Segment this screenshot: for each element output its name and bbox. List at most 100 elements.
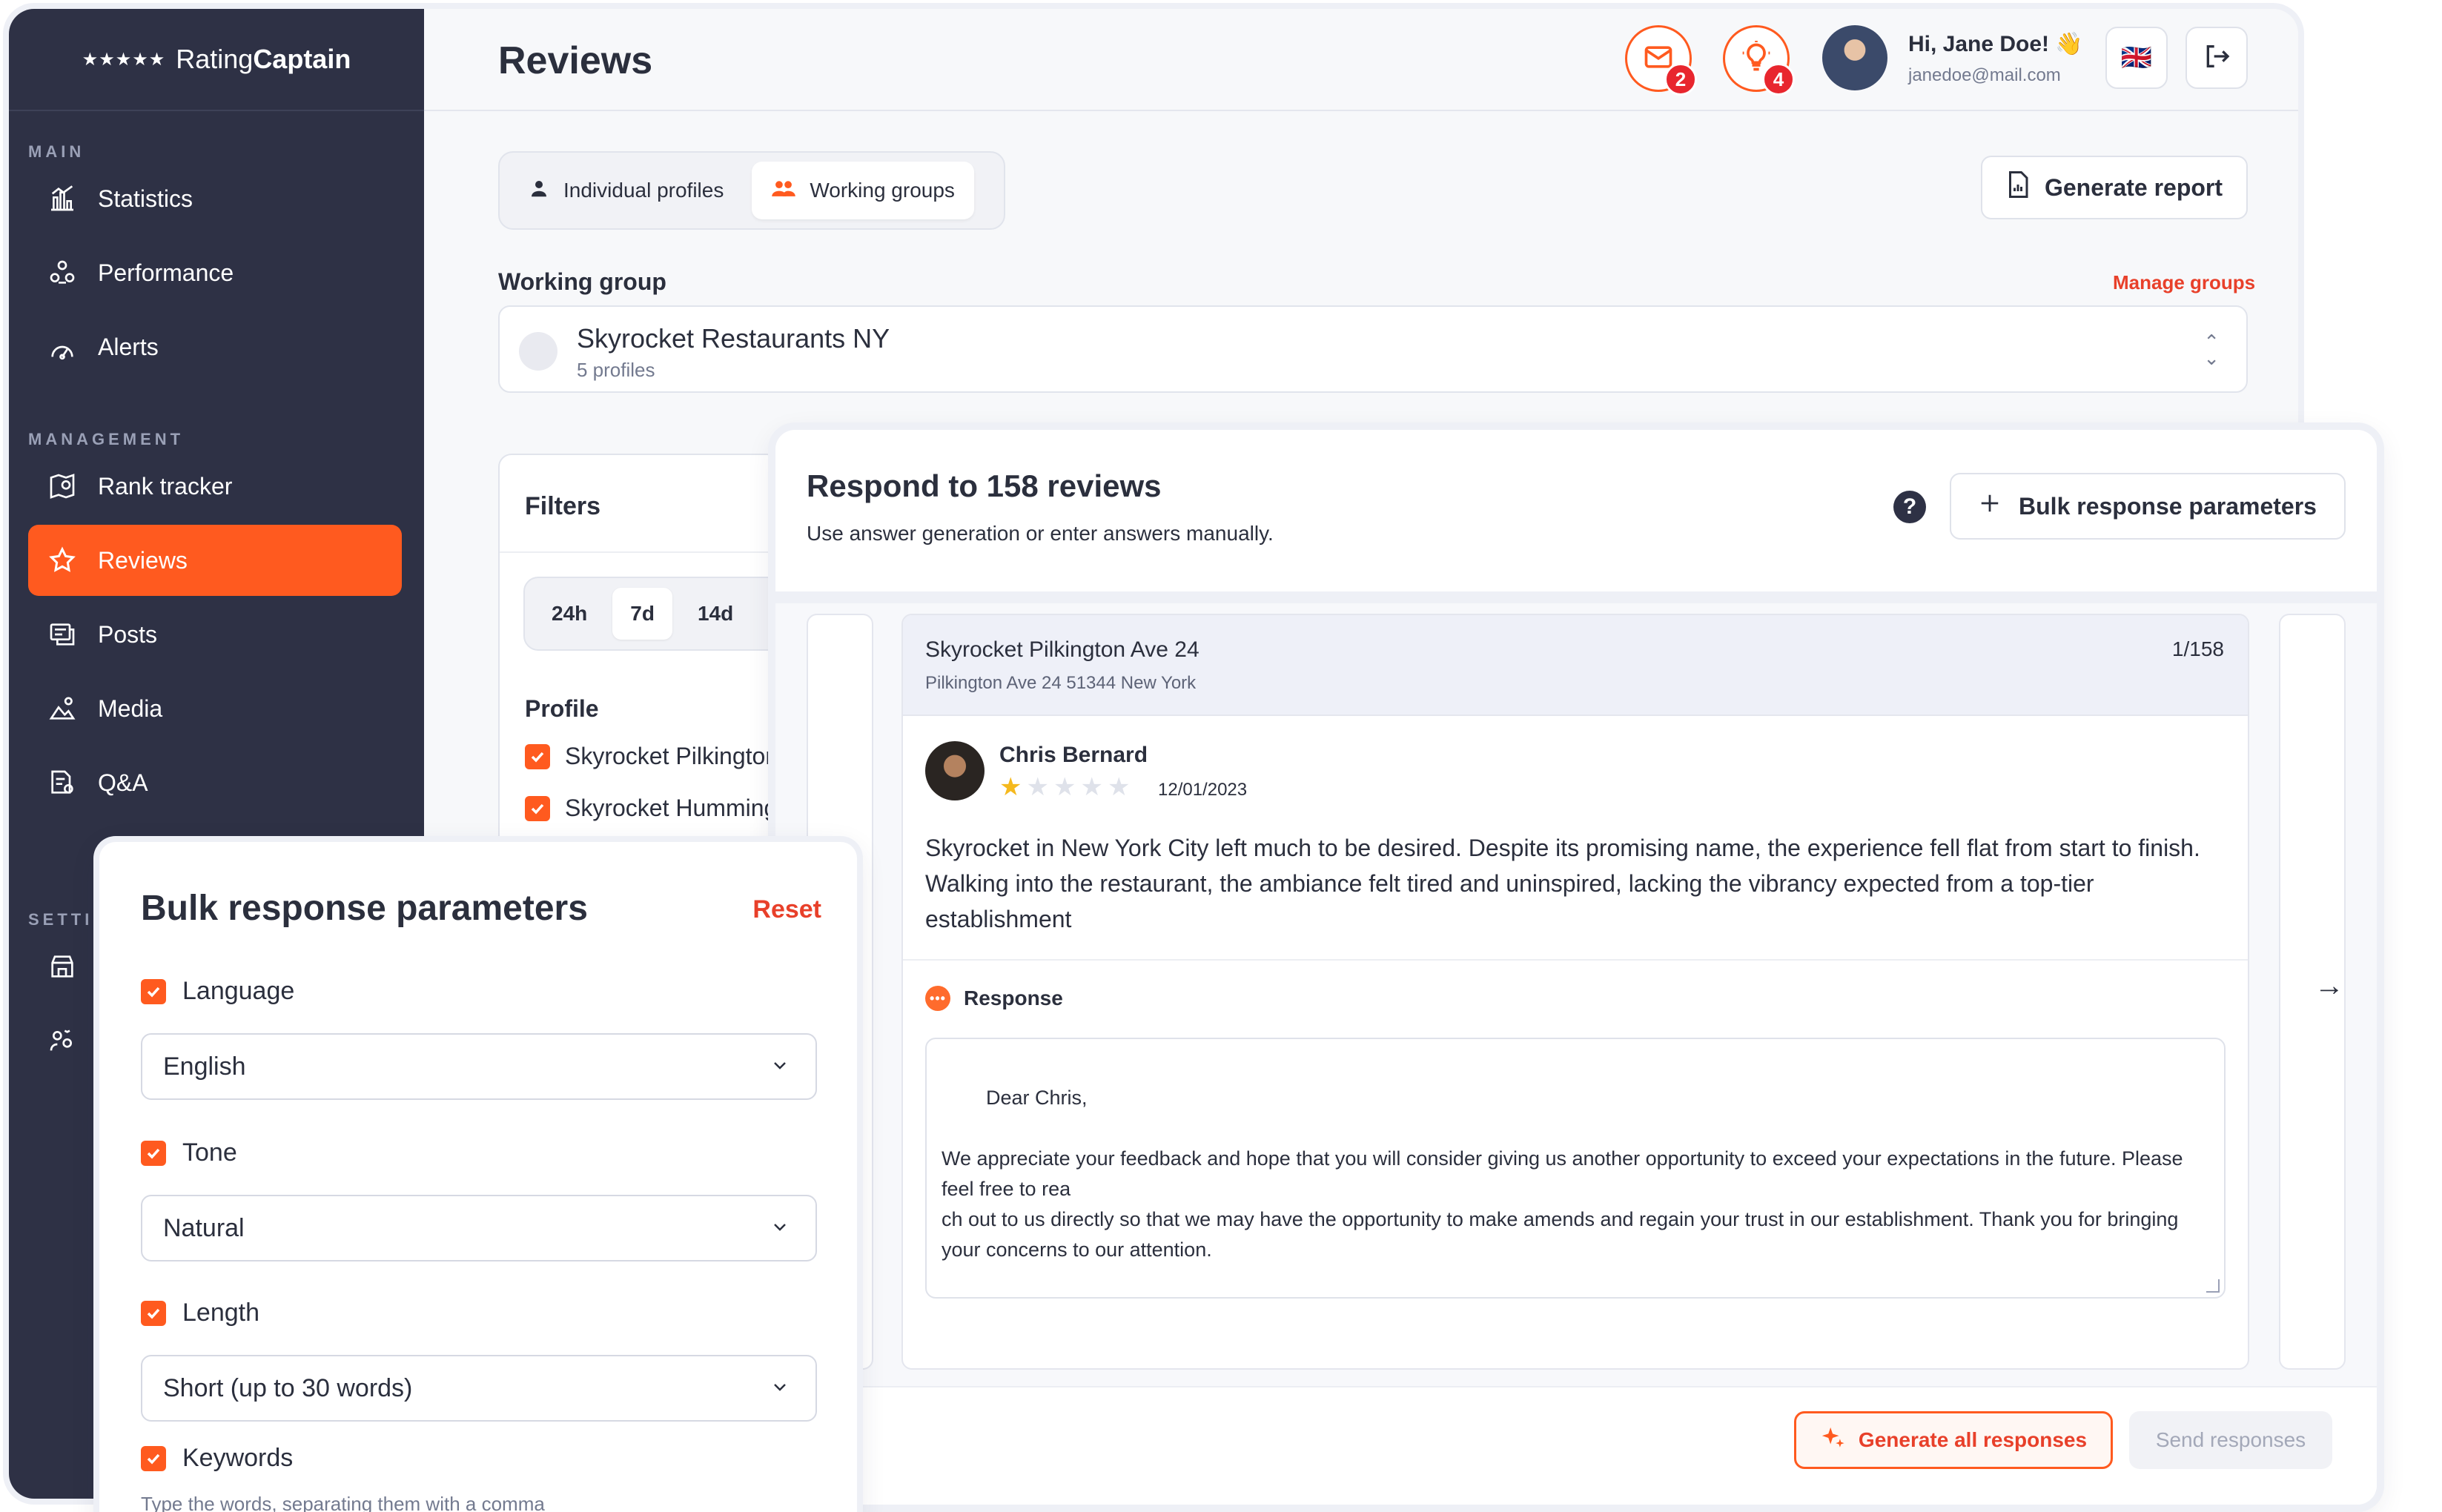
resize-handle-icon[interactable] [2206,1279,2220,1293]
sidebar-item-label: Performance [98,259,234,286]
sidebar-item-label: Posts [98,620,158,648]
alerts-icon [47,332,77,362]
individual-profiles-tab[interactable]: Individual profiles [509,162,743,219]
chevron-down-icon [774,1224,786,1231]
star-empty-icon: ★ [1080,773,1103,801]
profile-filter-row[interactable]: Skyrocket Pilkington Ave 24 [525,743,778,770]
keywords-option[interactable]: Keywords [141,1444,293,1473]
reset-button[interactable]: Reset [752,895,821,924]
select-value: English [163,1052,246,1081]
profile-type-toggle: Individual profiles Working groups [498,151,1005,230]
modal-footer: Generate all responses Send responses [775,1386,2377,1505]
checkbox-checked[interactable] [141,1445,166,1471]
sidebar-item-label: Rank tracker [98,472,233,500]
working-groups-tab[interactable]: Working groups [752,162,974,219]
checkbox-checked[interactable] [141,978,166,1004]
sidebar-item-label: Media [98,694,163,722]
divider [500,551,778,553]
option-label: Keywords [182,1444,294,1472]
profile-filter-row[interactable]: Skyrocket Hummingbird [525,795,778,822]
sidebar-item-label: Q&A [98,769,148,796]
sidebar-item-reviews[interactable]: Reviews [28,525,402,596]
star-empty-icon: ★ [1026,773,1049,801]
language-option[interactable]: Language [141,977,294,1006]
avatar[interactable] [1822,25,1887,90]
review-counter: 1/158 [2171,637,2224,660]
sidebar-item-alerts[interactable]: Alerts [28,311,402,382]
sidebar-item-label: Reviews [98,546,188,574]
sidebar-item-media[interactable]: Media [28,673,402,744]
brand-logo[interactable]: ★★★★★ RatingCaptain [9,9,424,111]
top-bar: Reviews 2 4 Hi, Jane Doe! 👋 janedoe@mail… [424,9,2298,111]
generate-all-responses-button[interactable]: Generate all responses [1794,1411,2113,1469]
panel-title: Bulk response parameters [141,889,588,928]
user-email: janedoe@mail.com [1908,65,2061,85]
manage-groups-link[interactable]: Manage groups [2113,271,2255,294]
page-title: Reviews [498,39,653,82]
sidebar-item-qa[interactable]: Q&A [28,747,402,818]
nav-section-management: MANAGEMENT [28,430,185,448]
chevron-down-icon [774,1062,786,1070]
select-value: Natural [163,1213,245,1242]
period-chip-7d[interactable]: 7d [612,588,672,640]
language-select[interactable]: English [141,1033,817,1100]
rank-tracker-icon [47,471,77,501]
messages-button[interactable]: 2 [1625,25,1697,96]
checkbox-checked[interactable] [141,1300,166,1326]
button-label: Bulk response parameters [2019,492,2317,520]
location-header: Skyrocket Pilkington Ave 24 Pilkington A… [903,615,2248,716]
settings-people-icon [47,1026,77,1055]
checkbox-checked[interactable] [141,1140,166,1166]
bulk-response-parameters-button[interactable]: Bulk response parameters [1950,473,2346,540]
tab-label: Individual profiles [563,179,724,202]
store-icon [47,952,77,981]
response-label: ••• Response [925,986,1063,1011]
logout-button[interactable] [2185,27,2248,89]
media-icon [47,694,77,723]
tone-option[interactable]: Tone [141,1138,237,1167]
qa-icon [47,768,77,798]
report-icon [2006,171,2030,204]
updown-chevron-icon: ⌃ ⌄ [2203,331,2220,369]
sidebar-item-rank-tracker[interactable]: Rank tracker [28,451,402,522]
logout-icon [2202,42,2231,75]
nav-section-settings: SETTI [28,910,93,929]
send-responses-button[interactable]: Send responses [2129,1411,2332,1469]
sidebar-item-statistics[interactable]: Statistics [28,163,402,234]
length-option[interactable]: Length [141,1299,259,1327]
logo-stars: ★★★★★ [82,49,166,70]
option-label: Length [182,1299,259,1327]
star-filled-icon: ★ [999,773,1022,801]
sidebar-item-label: Statistics [98,185,193,212]
review-text: Skyrocket in New York City left much to … [925,835,2200,932]
language-button[interactable]: 🇬🇧 [2105,27,2168,89]
review-card: Skyrocket Pilkington Ave 24 Pilkington A… [901,614,2249,1370]
length-select[interactable]: Short (up to 30 words) [141,1355,817,1422]
sidebar-item-posts[interactable]: Posts [28,599,402,670]
user-greeting: Hi, Jane Doe! 👋 [1908,32,2083,56]
ideas-button[interactable]: 4 [1723,25,1795,96]
tone-select[interactable]: Natural [141,1195,817,1261]
chevron-down-icon [774,1384,786,1391]
nav-section-main: MAIN [28,142,85,161]
statistics-icon [47,184,77,213]
location-address: Pilkington Ave 24 51344 New York [925,673,1197,693]
person-icon [528,177,550,205]
select-value: Short (up to 30 words) [163,1373,413,1402]
respond-reviews-modal: Respond to 158 reviews Use answer genera… [775,430,2377,1505]
review-date: 12/01/2023 [1158,780,1248,800]
checkbox-checked[interactable] [525,743,550,769]
arrow-right-icon[interactable]: → [2314,969,2344,1003]
checkbox-checked[interactable] [525,795,550,821]
filters-title: Filters [525,492,601,520]
logo-text: RatingCaptain [176,44,351,74]
generate-report-button[interactable]: Generate report [1981,156,2248,219]
help-icon[interactable]: ? [1893,491,1926,523]
working-group-select[interactable]: Skyrocket Restaurants NY 5 profiles ⌃ ⌄ [498,305,2248,393]
period-chip-24h[interactable]: 24h [534,588,605,640]
option-label: Tone [182,1138,237,1167]
response-textarea[interactable]: Dear Chris, We appreciate your feedback … [925,1038,2226,1299]
button-label: Generate report [2044,173,2223,201]
sidebar-item-performance[interactable]: Performance [28,237,402,308]
period-chip-14d[interactable]: 14d [680,588,751,640]
